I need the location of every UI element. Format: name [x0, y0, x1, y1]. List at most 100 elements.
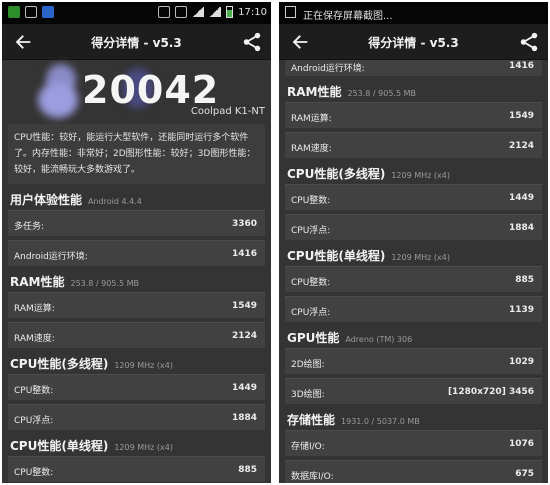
- section-subtitle: 1209 MHz (x4): [114, 443, 173, 452]
- section-subtitle: Android 4.4.4: [88, 197, 142, 206]
- row-value: 1549: [508, 111, 534, 121]
- wifi-icon: [192, 7, 205, 17]
- score-row: CPU整数: 885: [285, 266, 542, 292]
- row-label: 存储I/O:: [291, 442, 325, 452]
- screenshot-saving-text: 正在保存屏幕截图...: [303, 11, 393, 22]
- score-row: RAM速度: 2124: [8, 322, 265, 348]
- section-header: RAM性能 253.8 / 905.5 MB: [2, 270, 271, 292]
- score-row: CPU整数: 885: [8, 456, 265, 482]
- row-value: 675: [515, 469, 534, 479]
- battery-icon: [226, 6, 234, 18]
- score-content: Android运行环境: 1416 RAM性能 253.8 / 905.5 MB…: [279, 60, 548, 483]
- row-label: 3D绘图:: [291, 390, 325, 400]
- row-label: Android运行环境:: [291, 64, 365, 74]
- row-value: 1416: [508, 61, 534, 71]
- score-row: RAM运算: 1549: [8, 292, 265, 318]
- section-title: 存储性能: [287, 413, 336, 427]
- section-title: CPU性能(单线程): [287, 249, 386, 263]
- row-value: 2124: [231, 331, 257, 341]
- section-header: 用户体验性能 Android 4.4.4: [2, 188, 271, 210]
- score-row: 3D绘图: [1280x720] 3456: [285, 378, 542, 404]
- row-value: 1416: [231, 249, 257, 259]
- image-notification-icon: [25, 6, 37, 18]
- row-value: 2124: [508, 141, 534, 151]
- row-value: 3360: [231, 219, 257, 229]
- section-header: CPU性能(单线程) 1209 MHz (x4): [2, 434, 271, 456]
- section-subtitle: 1931.0 / 5037.0 MB: [341, 417, 420, 426]
- section-subtitle: 253.8 / 905.5 MB: [70, 279, 140, 288]
- section-title: 用户体验性能: [10, 193, 83, 207]
- row-label: 多任务:: [14, 222, 45, 232]
- row-value: 1139: [508, 305, 534, 315]
- row-label: CPU浮点:: [291, 308, 331, 318]
- share-icon[interactable]: [518, 31, 540, 53]
- row-label: RAM运算:: [14, 304, 55, 314]
- score-block: 20042 Coolpad K1-NT: [2, 60, 271, 124]
- row-label: RAM运算:: [291, 114, 332, 124]
- score-row: RAM运算: 1549: [285, 102, 542, 128]
- row-value: 1449: [508, 193, 534, 203]
- section-title: GPU性能: [287, 331, 340, 345]
- section-title: RAM性能: [287, 85, 342, 99]
- score-row: 数据库I/O: 675: [285, 460, 542, 483]
- row-value: 1076: [508, 439, 534, 449]
- screenshot-icon: [285, 6, 296, 18]
- score-row: CPU整数: 1449: [285, 184, 542, 210]
- section-header: 存储性能 1931.0 / 5037.0 MB: [279, 408, 548, 430]
- antutu-notification-icon: [42, 6, 54, 18]
- app-bar: 得分详情 - v5.3: [279, 24, 548, 60]
- section-header: CPU性能(单线程) 1209 MHz (x4): [279, 244, 548, 266]
- section-header: GPU性能 Adreno (TM) 306: [279, 326, 548, 348]
- vibrate-icon: [158, 6, 171, 18]
- row-value: 1029: [508, 357, 534, 367]
- nfc-icon: [175, 6, 188, 18]
- section-subtitle: 1209 MHz (x4): [391, 171, 450, 180]
- section-subtitle: 253.8 / 905.5 MB: [347, 89, 417, 98]
- status-bar: 正在保存屏幕截图...: [279, 2, 548, 24]
- row-label: RAM速度:: [291, 144, 332, 154]
- row-value: 1449: [231, 383, 257, 393]
- row-label: 2D绘图:: [291, 360, 325, 370]
- device-image-blur-2: [38, 82, 78, 118]
- row-value: 1884: [231, 413, 257, 423]
- score-row: Android运行环境: 1416: [285, 60, 542, 76]
- row-label: CPU整数:: [14, 386, 54, 396]
- row-label: CPU整数:: [291, 278, 331, 288]
- row-value: 1884: [508, 223, 534, 233]
- device-name: Coolpad K1-NT: [190, 106, 265, 117]
- section-header: CPU性能(多线程) 1209 MHz (x4): [2, 352, 271, 374]
- section-header: RAM性能 253.8 / 905.5 MB: [279, 80, 548, 102]
- section-subtitle: Adreno (TM) 306: [345, 335, 413, 344]
- score-content: 20042 Coolpad K1-NT CPU性能：较好，能运行大型软件，还能同…: [2, 60, 271, 482]
- score-row: CPU整数: 1449: [8, 374, 265, 400]
- row-label: CPU整数:: [291, 196, 331, 206]
- row-label: CPU浮点:: [291, 226, 331, 236]
- right-screen: 正在保存屏幕截图... 得分详情 - v5.3 Android运行环境: 141…: [279, 2, 548, 483]
- row-value: 885: [515, 275, 534, 285]
- page-title: 得分详情 - v5.3: [368, 36, 459, 50]
- section-subtitle: 1209 MHz (x4): [391, 253, 450, 262]
- score-row: Android运行环境: 1416: [8, 240, 265, 266]
- row-label: Android运行环境:: [14, 252, 88, 262]
- score-row: 2D绘图: 1029: [285, 348, 542, 374]
- score-row: RAM速度: 2124: [285, 132, 542, 158]
- app-bar: 得分详情 - v5.3: [2, 24, 271, 60]
- share-icon[interactable]: [241, 31, 263, 53]
- row-value: 1549: [231, 301, 257, 311]
- row-label: RAM速度:: [14, 334, 55, 344]
- score-row: CPU浮点: 1884: [8, 404, 265, 430]
- row-label: CPU浮点:: [14, 416, 54, 426]
- score-row: 存储I/O: 1076: [285, 430, 542, 456]
- row-label: 数据库I/O:: [291, 472, 334, 482]
- status-bar: 17:10: [2, 2, 271, 24]
- score-row: CPU浮点: 1139: [285, 296, 542, 322]
- section-title: CPU性能(单线程): [10, 439, 109, 453]
- score-row: 多任务: 3360: [8, 210, 265, 236]
- signal-icon: [209, 7, 222, 17]
- row-value: 885: [238, 465, 257, 475]
- section-subtitle: 1209 MHz (x4): [114, 361, 173, 370]
- section-title: CPU性能(多线程): [10, 357, 109, 371]
- section-title: CPU性能(多线程): [287, 167, 386, 181]
- app-notification-icon: [8, 6, 20, 18]
- page-title: 得分详情 - v5.3: [91, 36, 182, 50]
